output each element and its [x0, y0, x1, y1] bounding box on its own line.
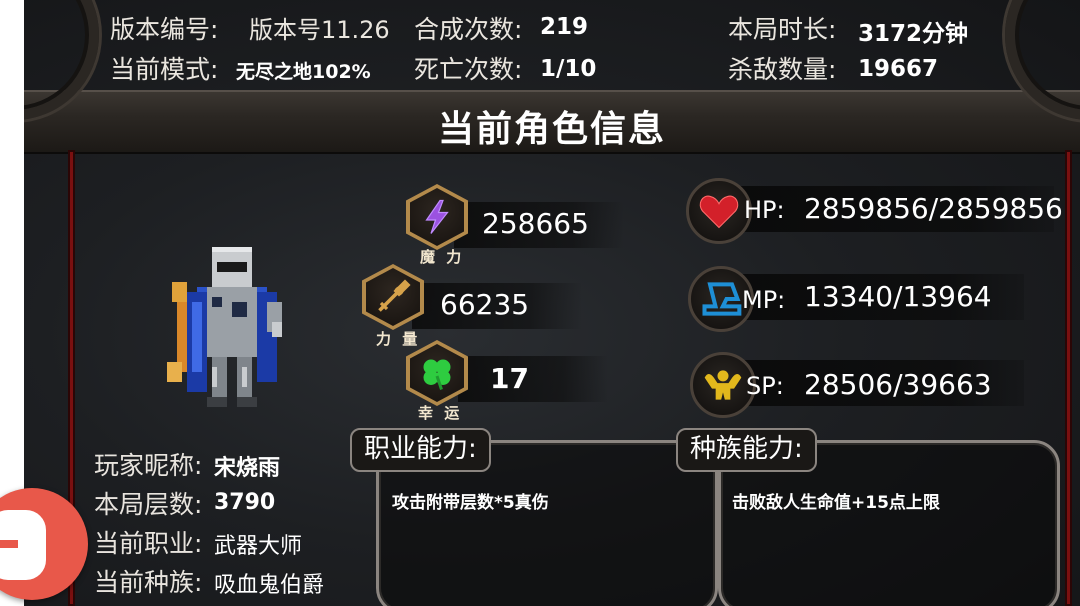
job-ability-title: 职业能力:	[350, 428, 491, 472]
nickname-label: 玩家昵称:	[94, 451, 203, 480]
hp-badge	[686, 178, 752, 244]
duration-label: 本局时长:	[728, 15, 837, 44]
luck-band	[458, 356, 608, 402]
section-title: 当前角色信息	[437, 109, 666, 150]
job-value: 武器大师	[214, 534, 303, 559]
mode-value: 无尽之地102%	[236, 61, 371, 83]
hp-value: 2859856/2859856	[804, 192, 1063, 225]
mp-value: 13340/13964	[804, 280, 992, 313]
lightning-icon	[425, 199, 449, 234]
kills-value: 19667	[858, 56, 939, 82]
heart-icon	[699, 195, 739, 229]
race-ability-text: 击败敌人生命值+15点上限	[732, 493, 940, 513]
kills-label: 杀敌数量:	[728, 55, 837, 84]
version-label: 版本编号:	[110, 15, 219, 44]
strength-caption: 力 量	[376, 330, 421, 348]
luck-value: 17	[490, 362, 529, 395]
luck-caption: 幸 运	[418, 404, 463, 422]
deaths-value: 1/10	[540, 56, 597, 82]
version-value: 版本号11.26	[249, 16, 390, 44]
job-ability-text: 攻击附带层数*5真伤	[392, 493, 549, 513]
mode-label: 当前模式:	[110, 55, 219, 84]
hp-label: HP:	[744, 196, 785, 224]
floor-label: 本局层数:	[94, 490, 203, 519]
sp-value: 28506/39663	[804, 368, 992, 401]
sp-label: SP:	[746, 372, 784, 400]
right-red-rail	[1065, 150, 1072, 606]
magic-value: 258665	[482, 207, 589, 240]
race-value: 吸血鬼伯爵	[214, 573, 325, 598]
job-label: 当前职业:	[94, 529, 203, 558]
race-ability-title: 种族能力:	[676, 428, 817, 472]
race-label: 当前种族:	[94, 568, 203, 597]
strength-value: 66235	[440, 288, 530, 321]
nickname-value: 宋烧雨	[214, 456, 281, 481]
strongman-icon	[704, 370, 742, 400]
clover-icon	[423, 359, 451, 390]
mp-label: MP:	[742, 286, 786, 314]
boot-icon	[702, 282, 742, 316]
character-sprite	[167, 247, 282, 407]
crafts-value: 219	[540, 14, 589, 40]
floor-value: 3790	[214, 490, 276, 515]
crafts-label: 合成次数:	[414, 15, 523, 44]
magic-caption: 魔 力	[420, 248, 465, 266]
sword-icon	[378, 279, 411, 312]
duration-value: 3172分钟	[858, 21, 969, 47]
deaths-label: 死亡次数:	[414, 55, 523, 84]
game-screen: 版本编号: 版本号11.26 当前模式: 无尽之地102% 合成次数: 219 …	[24, 0, 1080, 606]
assistant-icon	[0, 510, 46, 580]
